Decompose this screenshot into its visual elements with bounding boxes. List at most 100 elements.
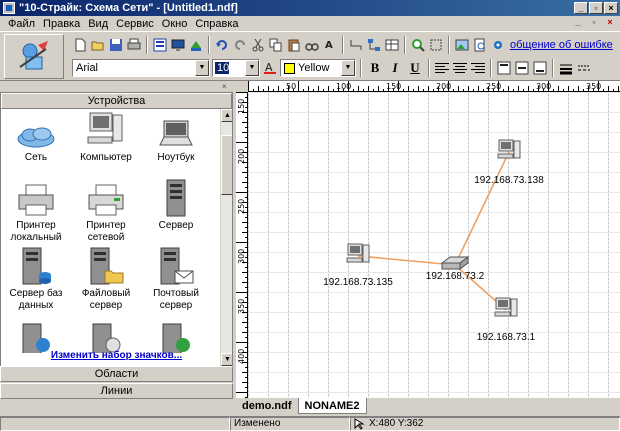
device-mail-server[interactable]: Почтовый сервер	[141, 247, 211, 312]
computer-node[interactable]	[346, 243, 370, 263]
wizard-button[interactable]	[4, 34, 64, 79]
node-label[interactable]: 192.168.73.135	[323, 277, 393, 288]
ruler-top: 50100150200250300350400450	[248, 81, 620, 92]
device-server[interactable]: Сервер	[141, 179, 211, 232]
connector-icon[interactable]	[348, 37, 364, 53]
monitor-icon[interactable]	[170, 37, 186, 53]
status-bar: Изменено X:480 Y:362	[0, 416, 620, 431]
close-icon[interactable]: ×	[222, 82, 227, 91]
ruler-label: 250	[237, 199, 246, 214]
redo-icon[interactable]	[232, 37, 248, 53]
ruler-label: 300	[237, 249, 246, 264]
text-tool-icon[interactable]: A	[322, 37, 338, 53]
align-middle-icon[interactable]	[514, 60, 530, 76]
underline-button[interactable]: U	[406, 59, 424, 77]
find-icon[interactable]	[304, 37, 320, 53]
line-width-icon[interactable]	[558, 60, 574, 76]
database-server-icon	[22, 247, 51, 285]
open-folder-icon[interactable]	[90, 37, 106, 53]
tab-noname2[interactable]: NONAME2	[297, 398, 367, 414]
table-icon[interactable]	[384, 37, 400, 53]
mdi-restore-button[interactable]: ▫	[587, 17, 601, 29]
chevron-down-icon[interactable]: ▼	[195, 60, 209, 76]
align-left-icon[interactable]	[434, 61, 450, 75]
minimize-button[interactable]: _	[574, 2, 588, 14]
device-laptop[interactable]: Ноутбук	[141, 111, 211, 164]
change-icon-set-link[interactable]: Изменить набор значков...	[0, 350, 233, 361]
export-icon[interactable]	[188, 37, 204, 53]
close-button[interactable]: ×	[604, 2, 618, 14]
network-link[interactable]	[357, 255, 456, 266]
mdi-minimize-button[interactable]: _	[571, 17, 585, 29]
device-database-server[interactable]: Сервер баз данных	[1, 247, 71, 312]
network-link[interactable]	[454, 151, 510, 266]
node-label[interactable]: 192.168.73.1	[477, 332, 535, 343]
paste-icon[interactable]	[286, 37, 302, 53]
areas-header[interactable]: Области	[0, 366, 233, 382]
devices-header[interactable]: Устройства	[1, 93, 232, 109]
computer-node[interactable]	[494, 297, 518, 317]
chevron-down-icon[interactable]: ▼	[341, 60, 355, 76]
align-top-icon[interactable]	[496, 60, 512, 76]
diagram-canvas[interactable]: 192.168.73.2 192.168.73.135 192.168.73.138…	[248, 92, 620, 398]
bold-button[interactable]: B	[366, 59, 384, 77]
print-icon[interactable]	[126, 37, 142, 53]
computer-node[interactable]	[497, 139, 521, 159]
align-bottom-icon[interactable]	[532, 60, 548, 76]
device-label: Принтер сетевой	[86, 220, 126, 243]
web-server-icon	[162, 323, 190, 353]
image-icon[interactable]	[454, 37, 470, 53]
line-style-icon[interactable]	[576, 60, 592, 76]
scroll-up-button[interactable]: ▲	[221, 109, 232, 122]
font-color-icon[interactable]: A	[262, 60, 278, 76]
italic-button[interactable]: I	[386, 59, 404, 77]
maximize-button[interactable]: ▫	[589, 2, 603, 14]
error-report-link[interactable]: общение об ошибке	[510, 39, 613, 51]
mdi-close-button[interactable]: ×	[603, 17, 617, 29]
switch-node[interactable]	[440, 256, 470, 270]
device-local-printer[interactable]: Принтер локальный	[1, 179, 71, 244]
font-family-select[interactable]: Arial ▼	[72, 59, 210, 77]
menu-help[interactable]: Справка	[191, 18, 242, 30]
node-label[interactable]: 192.168.73.138	[474, 175, 544, 186]
lines-header[interactable]: Линии	[0, 383, 233, 399]
node-label[interactable]: 192.168.73.2	[426, 271, 484, 282]
color-value: Yellow	[298, 62, 330, 74]
tab-demo[interactable]: demo.ndf	[236, 398, 298, 414]
menu-view[interactable]: Вид	[84, 18, 112, 30]
menu-service[interactable]: Сервис	[112, 18, 158, 30]
align-right-icon[interactable]	[470, 61, 486, 75]
mail-server-icon	[160, 247, 194, 285]
copy-icon[interactable]	[268, 37, 284, 53]
scroll-thumb[interactable]	[221, 135, 232, 195]
menu-window[interactable]: Окно	[158, 18, 192, 30]
print-preview-icon[interactable]	[472, 37, 488, 53]
toolbar-separator	[428, 59, 430, 77]
wizard-icon	[19, 40, 48, 69]
menu-file[interactable]: Файл	[4, 18, 39, 30]
cut-icon[interactable]	[250, 37, 266, 53]
chevron-down-icon[interactable]: ▼	[245, 60, 259, 76]
properties-icon[interactable]	[152, 37, 168, 53]
gear-icon[interactable]	[490, 37, 506, 53]
color-select[interactable]: Yellow ▼	[280, 59, 356, 77]
zoom-icon[interactable]	[410, 37, 426, 53]
font-size-select[interactable]: 10 ▼	[212, 59, 260, 77]
devices-scrollbar[interactable]: ▲ ▼	[220, 109, 232, 366]
new-file-icon[interactable]	[72, 37, 88, 53]
menu-bar: Файл Правка Вид Сервис Окно Справка _ ▫ …	[0, 16, 620, 31]
printer-icon	[18, 184, 54, 216]
device-file-server[interactable]: Файловый сервер	[71, 247, 141, 312]
standard-toolbar: A общение об ошибке	[72, 34, 620, 56]
save-icon[interactable]	[108, 37, 124, 53]
toolbar-separator	[360, 59, 362, 77]
select-area-icon[interactable]	[428, 37, 444, 53]
network-scan-icon[interactable]	[366, 37, 382, 53]
undo-icon[interactable]	[214, 37, 230, 53]
align-center-icon[interactable]	[452, 61, 468, 75]
ruler-label: 350	[586, 82, 601, 91]
device-network-printer[interactable]: Принтер сетевой	[71, 179, 141, 244]
device-computer[interactable]: Компьютер	[71, 111, 141, 164]
menu-edit[interactable]: Правка	[39, 18, 84, 30]
device-network[interactable]: Сеть	[1, 111, 71, 164]
